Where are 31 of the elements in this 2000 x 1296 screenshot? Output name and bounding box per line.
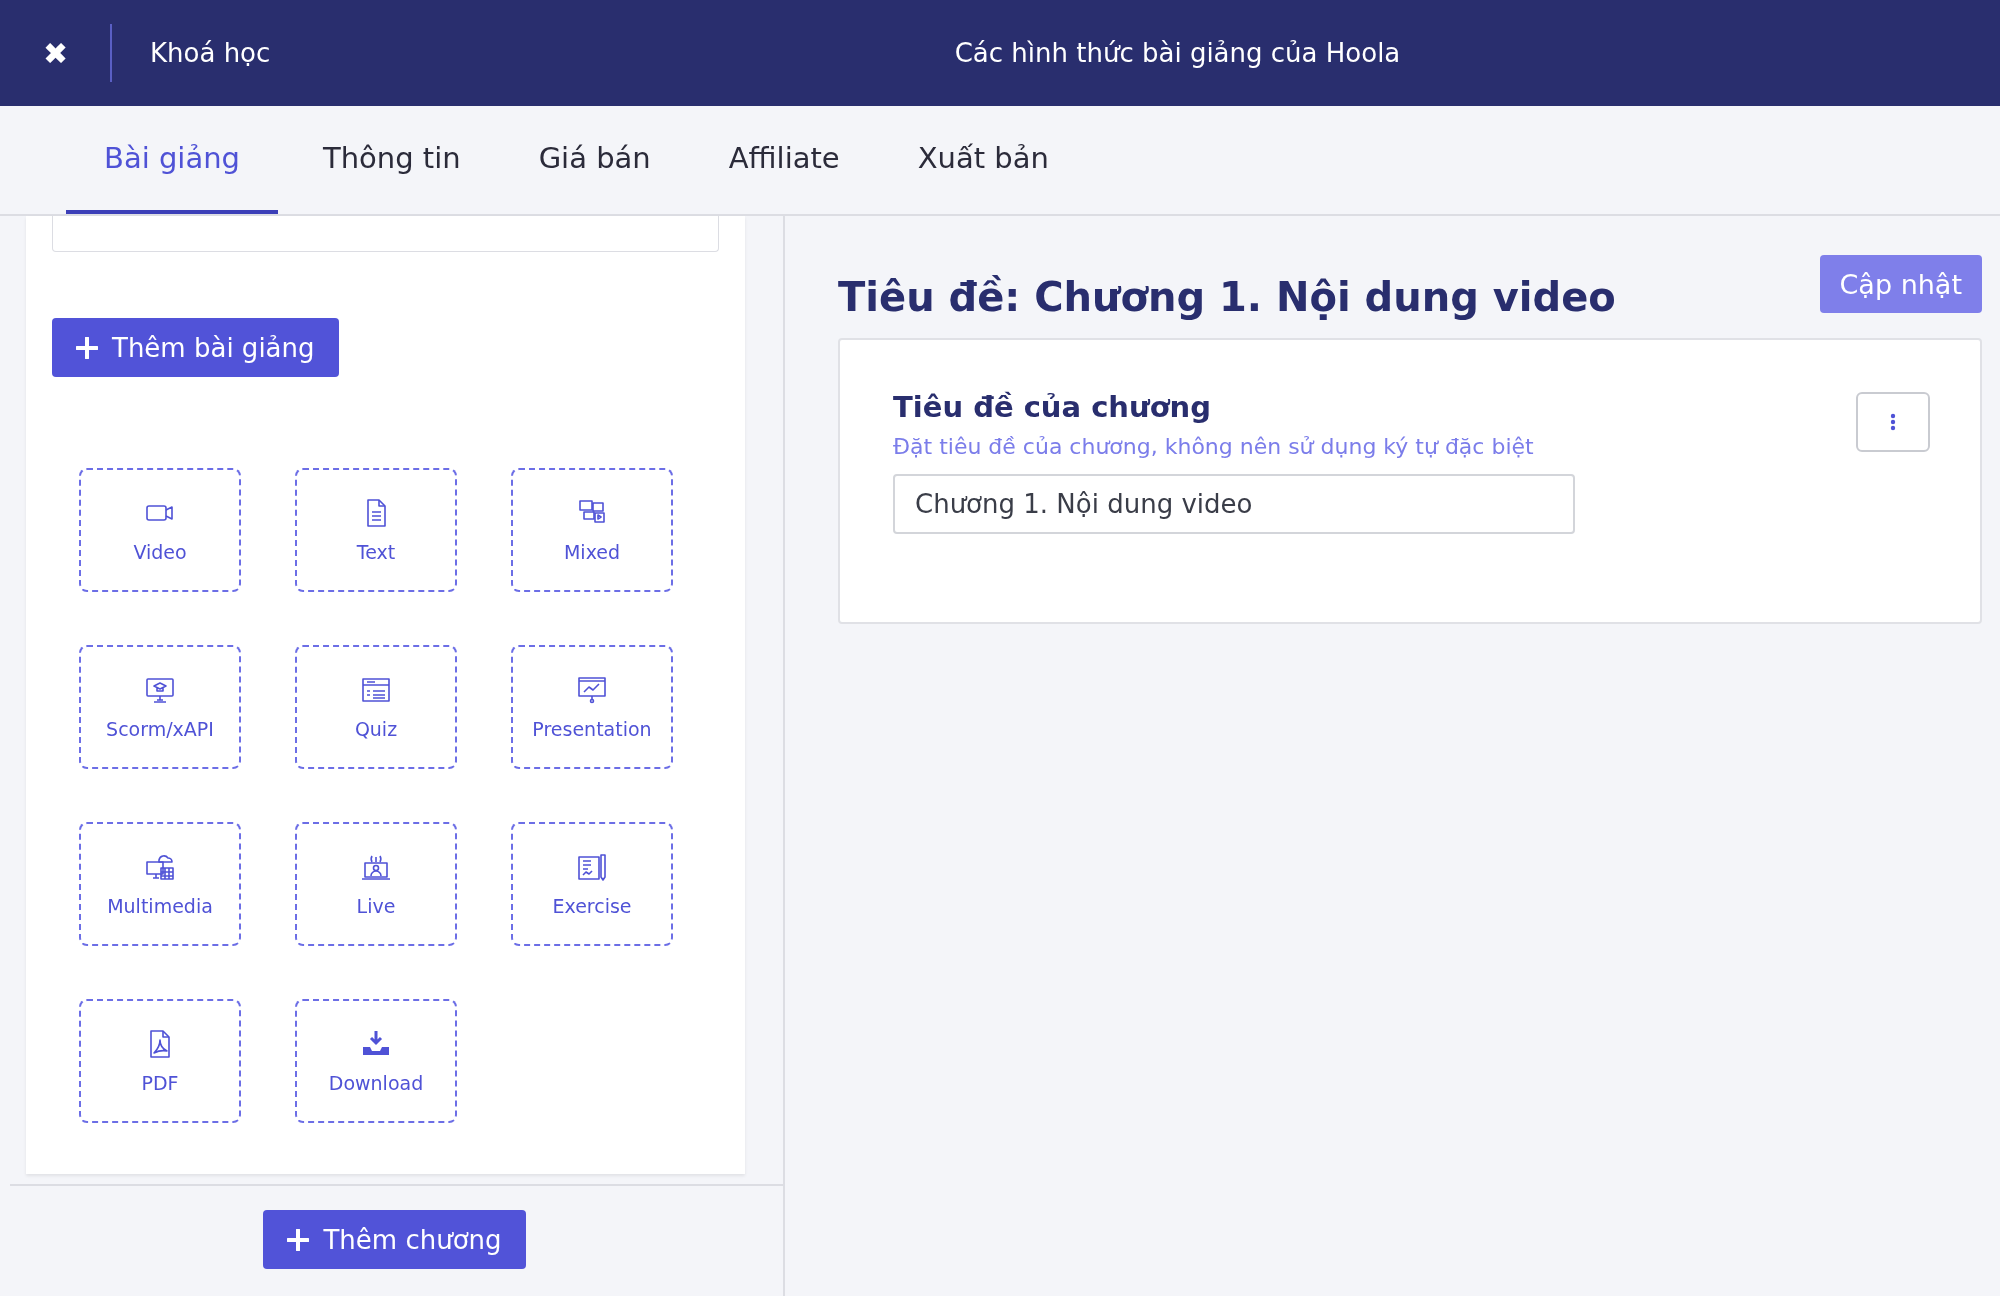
chapter-heading: Tiêu đề: Chương 1. Nội dung video	[838, 274, 1616, 320]
lesson-type-button[interactable]: Text	[295, 468, 457, 592]
lesson-type-button[interactable]: Exercise	[511, 822, 673, 946]
add-lesson-button[interactable]: Thêm bài giảng	[52, 318, 339, 377]
plus-icon	[287, 1228, 310, 1251]
lesson-type-button[interactable]: Video	[79, 468, 241, 592]
lesson-type-button[interactable]: Presentation	[511, 645, 673, 769]
plus-icon	[76, 336, 98, 359]
lesson-type-button[interactable]: Scorm/xAPI	[79, 645, 241, 769]
more-options-button[interactable]	[1856, 392, 1930, 452]
field-hint: Đặt tiêu đề của chương, không nên sử dụng ký tự đặc biệt	[893, 434, 1535, 459]
chapter-title-field[interactable]: Chương 1. Nội dung video	[893, 474, 1575, 534]
close-button[interactable]: ✖	[0, 0, 110, 106]
update-button[interactable]: Cập nhật	[1819, 255, 1982, 313]
lesson-type-button[interactable]: Mixed	[511, 468, 673, 592]
back-link[interactable]: Khoá học	[150, 38, 271, 68]
lesson-type-button[interactable]: PDF	[79, 999, 241, 1123]
lesson-type-button[interactable]: Multimedia	[79, 822, 241, 946]
tab[interactable]: Thông tin	[289, 106, 494, 214]
lesson-type-button[interactable]: Quiz	[295, 645, 457, 769]
tab[interactable]: Affiliate	[695, 106, 873, 214]
book-pencil-icon	[576, 851, 608, 883]
presentation-board-icon	[576, 674, 608, 706]
add-chapter-button[interactable]: Thêm chương	[263, 1210, 526, 1269]
lesson-type-button[interactable]: Live	[295, 822, 457, 946]
kebab-icon	[1890, 413, 1896, 431]
field-label: Tiêu đề của chương	[893, 390, 1212, 424]
tab[interactable]: Giá bán	[505, 106, 684, 214]
tab[interactable]: Xuất bản	[884, 106, 1082, 214]
page-title: Các hình thức bài giảng của Hoola	[953, 37, 1402, 70]
lesson-type-button[interactable]: Download	[295, 999, 457, 1123]
